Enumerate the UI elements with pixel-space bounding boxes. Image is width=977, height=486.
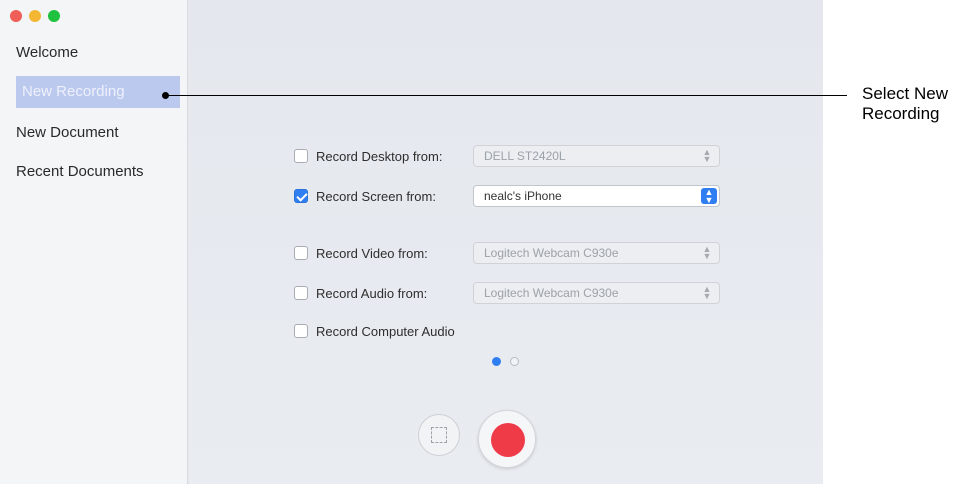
sidebar: Welcome New Recording New Document Recen… — [0, 0, 188, 484]
record-audio-checkbox[interactable] — [294, 286, 308, 300]
select-area-button[interactable] — [418, 414, 460, 456]
desktop-source-select[interactable]: DELL ST2420L ▲ ▼ — [473, 145, 720, 167]
sidebar-item-recent-documents[interactable]: Recent Documents — [16, 156, 144, 188]
option-row-video: Record Video from: — [294, 241, 428, 265]
selection-area-icon — [431, 427, 447, 443]
video-source-select[interactable]: Logitech Webcam C930e ▲ ▼ — [473, 242, 720, 264]
option-row-screen: Record Screen from: — [294, 184, 436, 208]
desktop-source-value: DELL ST2420L — [484, 149, 566, 163]
option-row-desktop: Record Desktop from: — [294, 144, 442, 168]
sidebar-item-new-document[interactable]: New Document — [16, 117, 119, 149]
page-indicator-dot[interactable] — [510, 357, 519, 366]
record-screen-checkbox[interactable] — [294, 189, 308, 203]
option-row-computer-audio: Record Computer Audio — [294, 319, 455, 343]
close-window-button[interactable] — [10, 10, 22, 22]
callout-line — [165, 95, 847, 96]
sidebar-item-new-recording[interactable]: New Recording — [16, 76, 180, 108]
zoom-window-button[interactable] — [48, 10, 60, 22]
record-desktop-label: Record Desktop from: — [316, 148, 443, 164]
record-screen-label: Record Screen from: — [316, 188, 436, 204]
callout-text-line1: Select New — [862, 84, 948, 103]
updown-arrows-icon: ▲ ▼ — [702, 244, 712, 261]
record-computer-audio-label: Record Computer Audio — [316, 323, 455, 339]
sidebar-item-welcome[interactable]: Welcome — [16, 37, 78, 69]
record-desktop-checkbox[interactable] — [294, 149, 308, 163]
record-video-checkbox[interactable] — [294, 246, 308, 260]
screen-source-select[interactable]: nealc's iPhone ▲ ▼ — [473, 185, 720, 207]
app-window: Welcome New Recording New Document Recen… — [0, 0, 823, 484]
callout-text: Select New Recording — [862, 84, 974, 124]
record-computer-audio-checkbox[interactable] — [294, 324, 308, 338]
record-video-label: Record Video from: — [316, 245, 428, 261]
audio-source-select[interactable]: Logitech Webcam C930e ▲ ▼ — [473, 282, 720, 304]
updown-arrows-icon: ▲ ▼ — [702, 147, 712, 164]
record-audio-label: Record Audio from: — [316, 285, 428, 301]
option-row-audio: Record Audio from: — [294, 281, 427, 305]
screen-source-value: nealc's iPhone — [484, 189, 562, 203]
updown-arrows-icon: ▲ ▼ — [702, 284, 712, 301]
updown-arrows-icon: ▲ ▼ — [701, 188, 717, 205]
page-indicator-dot-active[interactable] — [492, 357, 501, 366]
minimize-window-button[interactable] — [29, 10, 41, 22]
audio-source-value: Logitech Webcam C930e — [484, 286, 619, 300]
video-source-value: Logitech Webcam C930e — [484, 246, 619, 260]
record-icon — [491, 423, 525, 457]
callout-text-line2: Recording — [862, 104, 940, 123]
record-button[interactable] — [478, 410, 536, 468]
